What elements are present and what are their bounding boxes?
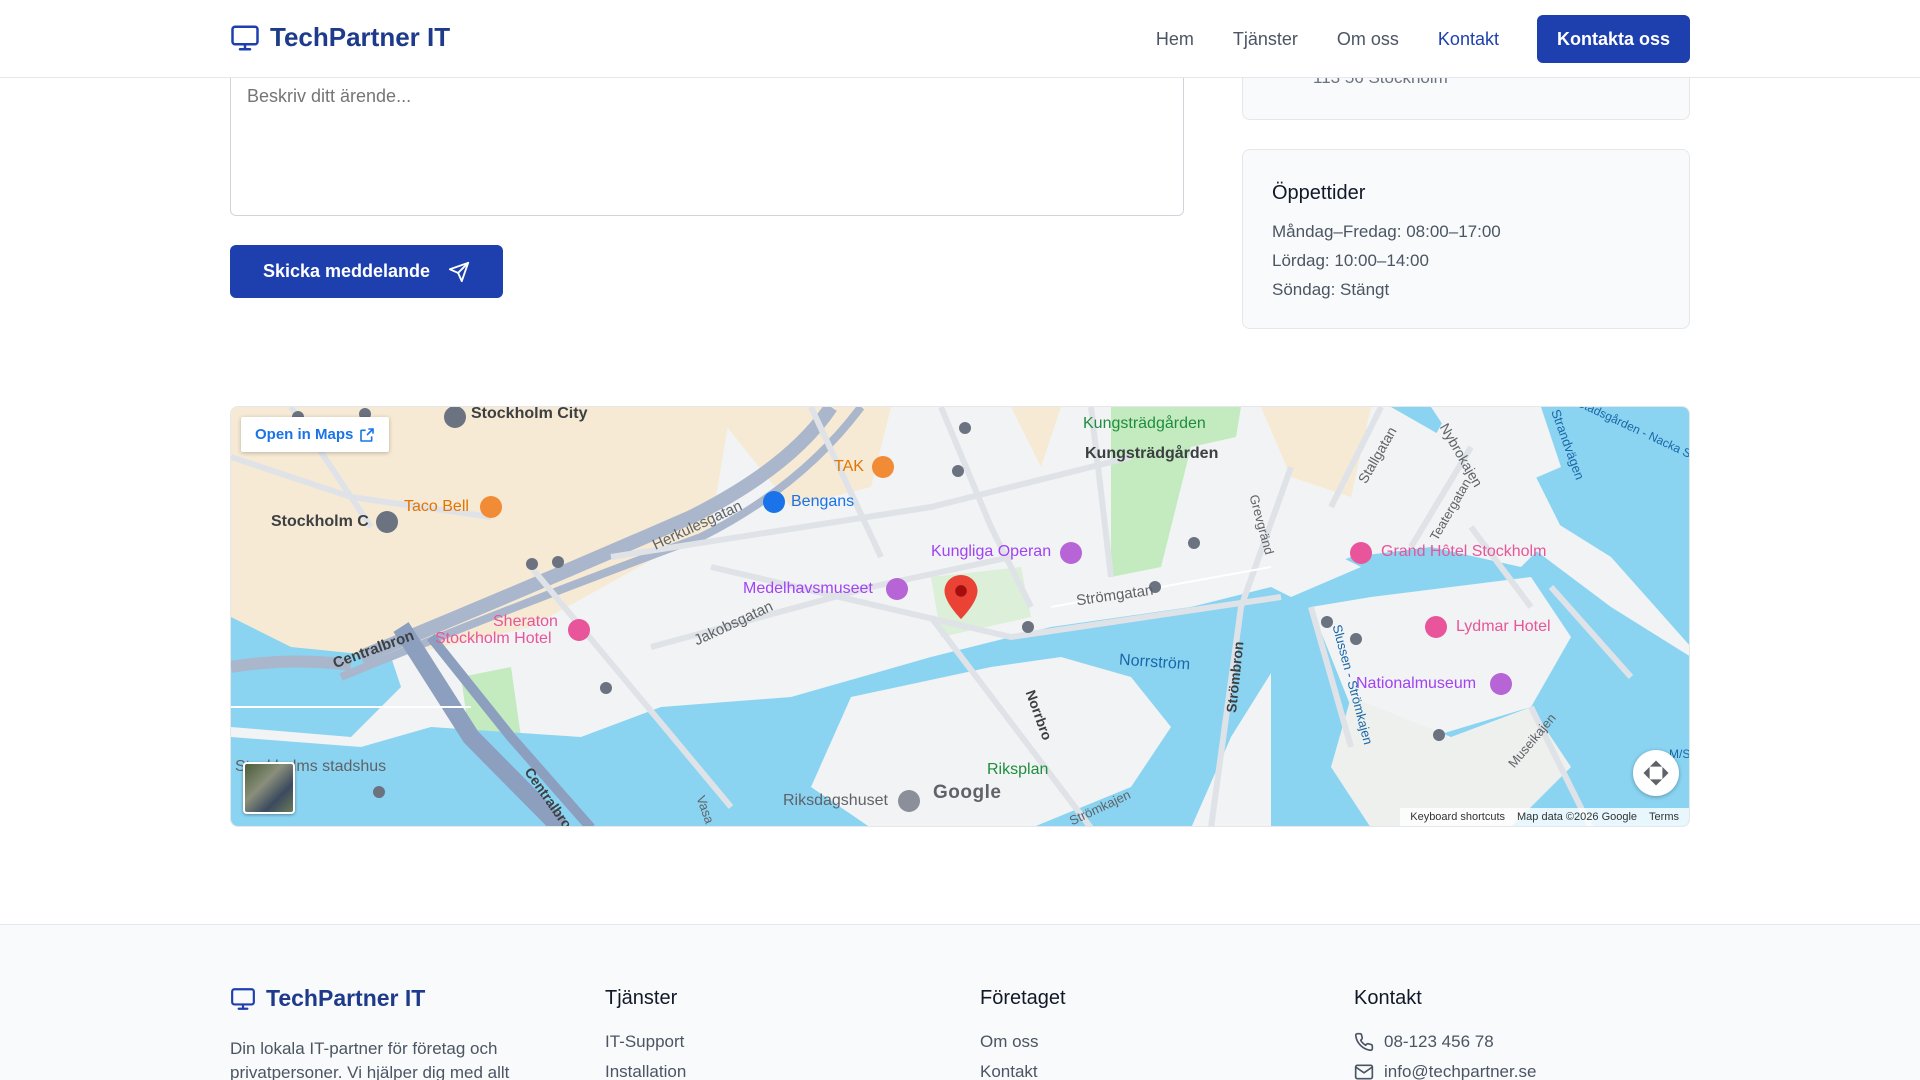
footer-brand-name: TechPartner IT [266,985,426,1011]
map-label-medelhavsmuseet: Medelhavsmuseet [743,580,873,597]
fullscreen-button[interactable] [1633,750,1679,796]
nav-link-hem[interactable]: Hem [1156,29,1194,50]
brand-logo[interactable]: TechPartner IT [230,22,450,53]
monitor-icon [231,987,255,1010]
map-terms-link[interactable]: Terms [1649,811,1679,823]
footer-company-column: Företaget Om oss Kontakt [980,987,1066,1080]
map-label-riksdagshuset: Riksdagshuset [783,792,888,809]
map-label-sheraton: Sheraton [493,613,558,630]
footer-contact-column: Kontakt 08-123 456 78 info@techpartner.s… [1354,987,1536,1080]
footer-company-title: Företaget [980,987,1066,1009]
opening-hours-title: Öppettider [1272,182,1366,204]
message-textarea[interactable] [230,72,1184,216]
main-nav: Hem Tjänster Om oss Kontakt Kontakta oss [1117,0,1690,78]
map-label-stockholm-city: Stockholm City [471,406,588,422]
mail-icon [1354,1064,1374,1080]
map-label-sheraton-hotel: Stockholm Hotel [435,630,552,647]
keyboard-shortcuts-link[interactable]: Keyboard shortcuts [1410,811,1505,823]
footer-description: Din lokala IT-partner för företag och pr… [230,1039,510,1080]
phone-icon [1354,1032,1374,1052]
send-message-label: Skicka meddelande [262,261,431,281]
footer-link-om-oss[interactable]: Om oss [980,1032,1066,1052]
footer-phone[interactable]: 08-123 456 78 [1354,1032,1536,1052]
satellite-toggle[interactable] [243,762,295,814]
map-label-taco-bell: Taco Bell [404,498,469,515]
map-label-tak: TAK [834,458,864,475]
send-icon [448,261,470,282]
footer-link-kontakt[interactable]: Kontakt [980,1062,1066,1080]
footer-link-it-support[interactable]: IT-Support [605,1032,686,1052]
site-footer: TechPartner IT Din lokala IT-partner för… [0,924,1920,1080]
nav-link-om-oss[interactable]: Om oss [1337,29,1399,50]
map-label-lydmar-hotel: Lydmar Hotel [1456,618,1551,635]
map-label-kungliga-operan: Kungliga Operan [931,543,1052,560]
hours-weekdays: Måndag–Fredag: 08:00–17:00 [1272,222,1501,241]
footer-brand[interactable]: TechPartner IT [230,985,425,1012]
brand-name: TechPartner IT [270,22,451,52]
footer-contact-title: Kontakt [1354,987,1422,1009]
open-in-maps-label: Open in Maps [255,426,354,443]
site-header: TechPartner IT Hem Tjänster Om oss Konta… [0,0,1920,78]
send-message-button[interactable]: Skicka meddelande [230,245,503,298]
map-label-stockholm-c: Stockholm C [271,513,369,530]
external-link-icon [360,427,375,442]
contact-us-button[interactable]: Kontakta oss [1536,15,1690,63]
hours-saturday: Lördag: 10:00–14:00 [1272,251,1429,270]
map-label-kungstradgarden: Kungsträdgården [1083,415,1206,432]
footer-services-column: Tjänster IT-Support Installation [605,987,686,1080]
footer-phone-number: 08-123 456 78 [1384,1032,1494,1051]
monitor-icon [231,25,259,50]
opening-hours-card: Öppettider Måndag–Fredag: 08:00–17:00 Lö… [1242,149,1690,329]
map-label-nationalmuseum: Nationalmuseum [1356,675,1477,692]
hours-sunday: Söndag: Stängt [1272,280,1390,299]
google-logo: Google [933,782,1001,804]
footer-email-address: info@techpartner.se [1384,1062,1537,1080]
google-map[interactable]: Stockholm City Kungsträdgården Kungsträd… [230,406,1690,827]
google-wordmark: Google [933,782,1002,803]
location-pin-icon[interactable] [944,575,978,619]
map-attribution: Keyboard shortcuts Map data ©2026 Google… [1400,808,1689,826]
nav-link-tjanster[interactable]: Tjänster [1233,29,1298,50]
fullscreen-icon [1643,760,1669,786]
footer-email[interactable]: info@techpartner.se [1354,1062,1536,1080]
map-label-kungstradgarden-station: Kungsträdgården [1085,445,1219,462]
map-label-riksplan: Riksplan [987,761,1049,778]
map-label-bengans: Bengans [791,493,855,510]
map-data-credit: Map data ©2026 Google [1517,811,1638,823]
footer-link-installation[interactable]: Installation [605,1062,686,1080]
nav-link-kontakt[interactable]: Kontakt [1438,29,1499,50]
map-label-grand-hotel: Grand Hôtel Stockholm [1381,543,1547,560]
open-in-maps-button[interactable]: Open in Maps [241,417,390,452]
footer-services-title: Tjänster [605,987,678,1009]
